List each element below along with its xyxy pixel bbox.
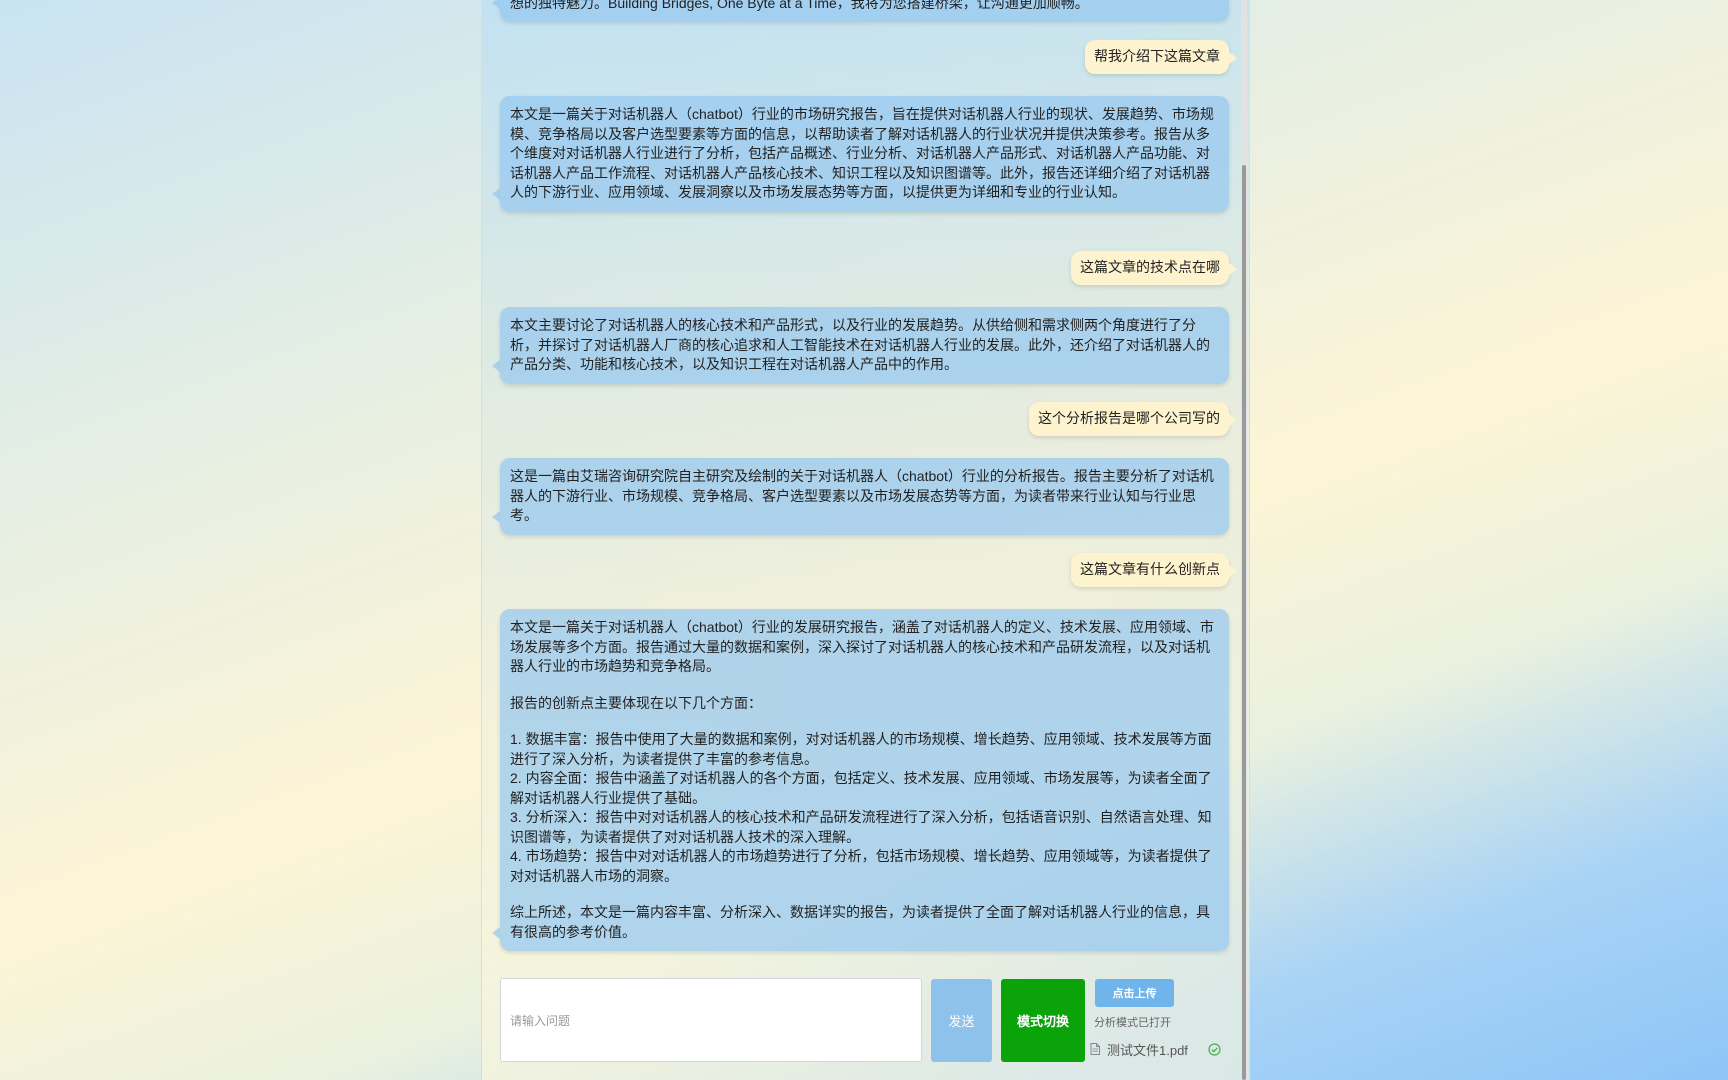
upload-button[interactable]: 点击上传 <box>1095 979 1174 1007</box>
user-message-text: 帮我介绍下这篇文章 <box>1094 48 1220 64</box>
file-icon <box>1090 1043 1100 1055</box>
bot-message-text: 想的独特魅力。Building Bridges, One Byte at a T… <box>510 0 1089 11</box>
uploaded-file[interactable]: 测试文件1.pdf <box>1090 1040 1221 1058</box>
bot-message: 想的独特魅力。Building Bridges, One Byte at a T… <box>492 0 1229 21</box>
user-message-text: 这篇文章有什么创新点 <box>1080 561 1220 577</box>
mode-switch-button[interactable]: 模式切换 <box>1001 979 1085 1062</box>
user-message: 这篇文章有什么创新点 <box>1071 553 1237 587</box>
user-message: 这个分析报告是哪个公司写的 <box>1029 402 1237 436</box>
bot-message-text: 这是一篇由艾瑞咨询研究院自主研究及绘制的关于对话机器人（chatbot）行业的分… <box>510 468 1214 523</box>
check-circle-icon <box>1208 1042 1221 1056</box>
bot-message-point: 1. 数据丰富：报告中使用了大量的数据和案例，对对话机器人的市场规模、增长趋势、… <box>510 731 1212 767</box>
bot-message-point: 4. 市场趋势：报告中对对话机器人的市场趋势进行了分析，包括市场规模、增长趋势、… <box>510 848 1212 884</box>
send-button[interactable]: 发送 <box>931 979 992 1062</box>
bot-message-text: 本文是一篇关于对话机器人（chatbot）行业的市场研究报告，旨在提供对话机器人… <box>510 106 1214 200</box>
bot-message-text: 本文主要讨论了对话机器人的核心技术和产品形式，以及行业的发展趋势。从供给侧和需求… <box>510 317 1210 372</box>
scrollbar-thumb[interactable] <box>1242 165 1246 1080</box>
user-message: 帮我介绍下这篇文章 <box>1085 40 1237 74</box>
bot-message-summary: 综上所述，本文是一篇内容丰富、分析深入、数据详实的报告，为读者提供了全面了解对话… <box>510 904 1210 940</box>
bot-message-point: 2. 内容全面：报告中涵盖了对话机器人的各个方面，包括定义、技术发展、应用领域、… <box>510 770 1212 806</box>
user-message: 这篇文章的技术点在哪 <box>1071 251 1237 285</box>
bot-message-intro: 本文是一篇关于对话机器人（chatbot）行业的发展研究报告，涵盖了对话机器人的… <box>510 619 1214 674</box>
user-message-text: 这个分析报告是哪个公司写的 <box>1038 410 1220 426</box>
bot-message: 本文是一篇关于对话机器人（chatbot）行业的发展研究报告，涵盖了对话机器人的… <box>492 609 1229 951</box>
bot-message-point: 3. 分析深入：报告中对对话机器人的核心技术和产品研发流程进行了深入分析，包括语… <box>510 809 1212 845</box>
user-message-text: 这篇文章的技术点在哪 <box>1080 259 1220 275</box>
bot-message: 本文是一篇关于对话机器人（chatbot）行业的市场研究报告，旨在提供对话机器人… <box>492 96 1229 212</box>
file-name: 测试文件1.pdf <box>1107 1042 1188 1058</box>
bot-message: 这是一篇由艾瑞咨询研究院自主研究及绘制的关于对话机器人（chatbot）行业的分… <box>492 458 1229 535</box>
bot-message-lead: 报告的创新点主要体现在以下几个方面： <box>510 694 762 711</box>
bot-message: 本文主要讨论了对话机器人的核心技术和产品形式，以及行业的发展趋势。从供给侧和需求… <box>492 307 1229 384</box>
mode-status-text: 分析模式已打开 <box>1094 1017 1171 1029</box>
question-input[interactable]: 请输入问题 <box>500 978 922 1062</box>
